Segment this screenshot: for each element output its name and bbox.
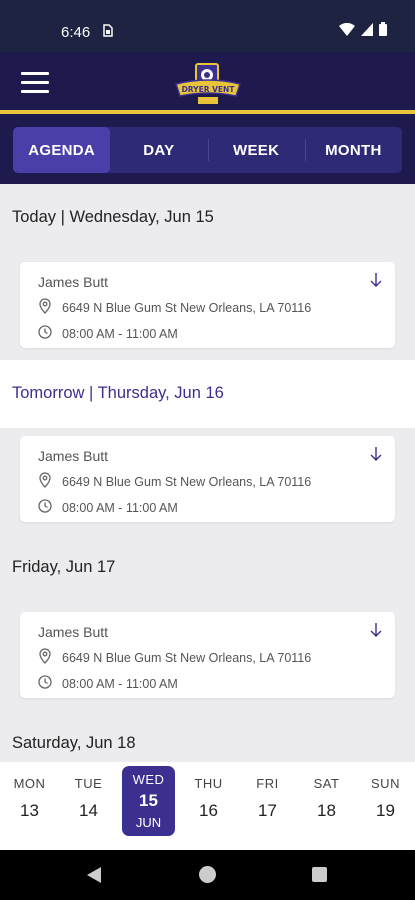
- event-time-row: 08:00 AM - 11:00 AM: [38, 675, 377, 692]
- week-day-mon[interactable]: MON 13: [0, 762, 59, 850]
- recent-apps-icon[interactable]: [312, 867, 327, 882]
- sim-card-icon: [103, 24, 113, 40]
- week-day-name: FRI: [256, 776, 279, 791]
- day-header-today: Today | Wednesday, Jun 15: [12, 208, 214, 226]
- event-customer-name: James Butt: [38, 274, 109, 290]
- week-day-name: MON: [13, 776, 46, 791]
- battery-icon: [379, 22, 387, 41]
- clock-icon: [38, 675, 52, 692]
- home-icon[interactable]: [199, 866, 216, 883]
- event-wrap: James Butt 6649 N Blue Gum St New Orlean…: [0, 254, 415, 360]
- week-day-number: 15: [139, 791, 158, 810]
- event-card[interactable]: James Butt 6649 N Blue Gum St New Orlean…: [20, 612, 395, 698]
- clock-icon: [38, 325, 52, 342]
- clock-icon: [38, 499, 52, 516]
- hamburger-menu-icon[interactable]: [21, 72, 49, 94]
- week-day-sun[interactable]: SUN 19: [356, 762, 415, 850]
- week-day-name: THU: [194, 776, 223, 791]
- location-pin-icon: [38, 298, 52, 317]
- back-icon[interactable]: [86, 866, 102, 889]
- week-day-name: SUN: [371, 776, 400, 791]
- arrow-down-icon[interactable]: [369, 622, 383, 643]
- status-icons: [339, 22, 387, 41]
- event-address: 6649 N Blue Gum St New Orleans, LA 70116: [62, 650, 312, 665]
- status-time: 6:46: [61, 24, 91, 41]
- agenda-list[interactable]: Today | Wednesday, Jun 15 James Butt 664…: [0, 184, 415, 762]
- week-day-wed-selected[interactable]: WED 15 JUN: [122, 766, 175, 836]
- event-address-row: 6649 N Blue Gum St New Orleans, LA 70116: [38, 472, 377, 491]
- event-address: 6649 N Blue Gum St New Orleans, LA 70116: [62, 474, 312, 489]
- signal-icon: [361, 22, 373, 41]
- tab-agenda[interactable]: AGENDA: [13, 127, 111, 173]
- week-strip: MON 13 TUE 14 WED 15 JUN THU 16 FRI 17 S…: [0, 762, 415, 850]
- event-address: 6649 N Blue Gum St New Orleans, LA 70116: [62, 300, 312, 315]
- event-address-row: 6649 N Blue Gum St New Orleans, LA 70116: [38, 298, 377, 317]
- location-pin-icon: [38, 648, 52, 667]
- week-day-name: WED: [132, 772, 165, 787]
- event-card[interactable]: James Butt 6649 N Blue Gum St New Orlean…: [20, 262, 395, 348]
- event-time: 08:00 AM - 11:00 AM: [62, 676, 178, 691]
- event-wrap: James Butt 6649 N Blue Gum St New Orlean…: [0, 428, 415, 534]
- event-time-row: 08:00 AM - 11:00 AM: [38, 499, 377, 516]
- week-day-number: 17: [258, 801, 277, 820]
- week-day-month: JUN: [135, 815, 162, 830]
- event-customer-name: James Butt: [38, 624, 109, 640]
- day-header-tomorrow: Tomorrow | Thursday, Jun 16: [0, 360, 415, 428]
- week-day-number: 18: [317, 801, 336, 820]
- app-header: DRYER VENT: [0, 52, 415, 114]
- app-logo: DRYER VENT: [174, 60, 242, 108]
- event-time: 08:00 AM - 11:00 AM: [62, 326, 178, 341]
- week-day-fri[interactable]: FRI 17: [238, 762, 297, 850]
- week-day-thu[interactable]: THU 16: [179, 762, 238, 850]
- arrow-down-icon[interactable]: [369, 272, 383, 293]
- tab-day[interactable]: DAY: [110, 127, 207, 173]
- view-tabs: AGENDA DAY WEEK MONTH: [13, 127, 402, 173]
- day-header-saturday: Saturday, Jun 18: [12, 734, 136, 752]
- event-customer-name: James Butt: [38, 448, 109, 464]
- event-time-row: 08:00 AM - 11:00 AM: [38, 325, 377, 342]
- event-address-row: 6649 N Blue Gum St New Orleans, LA 70116: [38, 648, 377, 667]
- week-day-sat[interactable]: SAT 18: [297, 762, 356, 850]
- view-tabs-container: AGENDA DAY WEEK MONTH: [0, 114, 415, 184]
- week-day-number: 14: [79, 801, 98, 820]
- day-header-friday: Friday, Jun 17: [12, 558, 116, 576]
- event-wrap: James Butt 6649 N Blue Gum St New Orlean…: [0, 604, 415, 710]
- event-card[interactable]: James Butt 6649 N Blue Gum St New Orlean…: [20, 436, 395, 522]
- location-pin-icon: [38, 472, 52, 491]
- week-day-name: TUE: [74, 776, 103, 791]
- wifi-icon: [339, 22, 355, 41]
- week-day-number: 19: [376, 801, 395, 820]
- week-day-tue[interactable]: TUE 14: [59, 762, 118, 850]
- logo-text: DRYER VENT: [182, 85, 236, 94]
- event-time: 08:00 AM - 11:00 AM: [62, 500, 178, 515]
- tab-month[interactable]: MONTH: [304, 127, 402, 173]
- week-day-number: 13: [20, 801, 39, 820]
- week-day-number: 16: [199, 801, 218, 820]
- week-day-name: SAT: [313, 776, 340, 791]
- status-bar: 6:46: [0, 0, 415, 52]
- tab-week[interactable]: WEEK: [207, 127, 305, 173]
- system-nav-bar: [0, 850, 415, 900]
- arrow-down-icon[interactable]: [369, 446, 383, 467]
